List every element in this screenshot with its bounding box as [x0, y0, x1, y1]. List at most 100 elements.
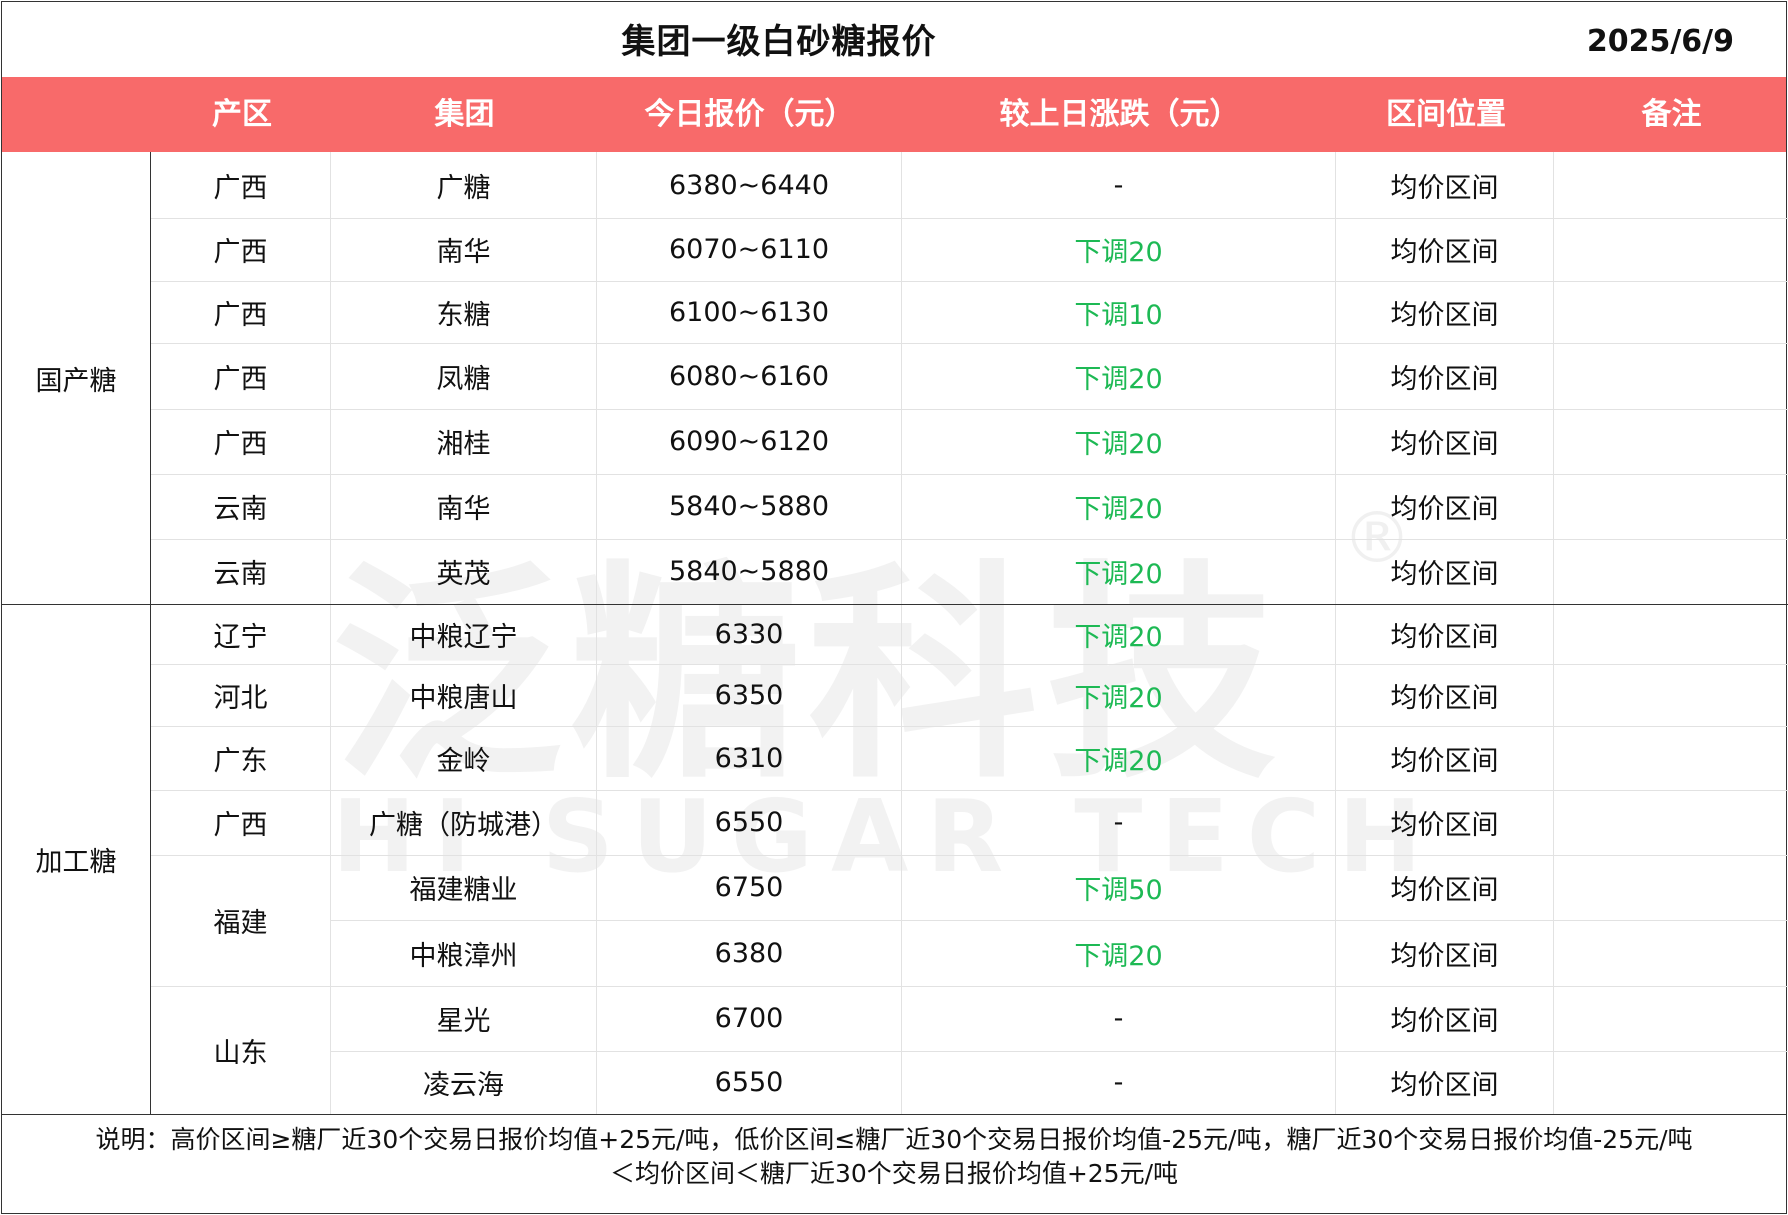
divider — [331, 920, 1788, 921]
header-position: 区间位置 — [1386, 97, 1506, 132]
footnote: 说明：高价区间≥糖厂近30个交易日报价均值+25元/吨，低价区间≤糖厂近30个交… — [2, 1114, 1786, 1215]
note-cell — [1554, 726, 1788, 790]
group-cell: 南华 — [436, 237, 491, 268]
change-cell: 下调20 — [1074, 363, 1163, 395]
group-cell: 中粮辽宁 — [409, 621, 518, 653]
position-cell: 均价区间 — [1390, 237, 1499, 268]
divider — [151, 790, 1788, 791]
note-cell — [1554, 1051, 1788, 1114]
section-divider — [2, 604, 1788, 605]
region-cell: 广西 — [213, 172, 268, 204]
price-cell: 6070~6110 — [668, 234, 830, 265]
price-cell: 6090~6120 — [668, 426, 830, 457]
region-cell: 广西 — [213, 810, 268, 841]
price-cell: 6550 — [714, 1067, 784, 1098]
divider — [151, 539, 1788, 540]
price-cell: 6330 — [714, 618, 784, 650]
position-cell: 均价区间 — [1390, 810, 1499, 841]
price-cell: 6550 — [714, 807, 784, 838]
note-cell — [1554, 920, 1788, 986]
group-cell: 中粮漳州 — [409, 940, 518, 972]
position-cell: 均价区间 — [1390, 172, 1499, 204]
header-change: 较上日涨跌（元） — [999, 97, 1240, 132]
divider — [331, 1051, 1788, 1052]
divider — [151, 855, 1788, 856]
region-cell: 广东 — [213, 745, 268, 777]
table-body: 泛糖科技 HI SUGAR TECH ® 国产糖 加工糖 广西 广西 广西 广西… — [2, 152, 1788, 1114]
position-cell: 均价区间 — [1390, 494, 1499, 525]
group-cell: 英茂 — [436, 559, 491, 590]
price-cell: 5840~5880 — [668, 556, 830, 587]
group-cell: 广糖 — [436, 172, 491, 204]
change-cell: 下调10 — [1074, 299, 1163, 331]
change-cell: 下调20 — [1074, 940, 1163, 972]
group-cell: 凤糖 — [436, 363, 491, 395]
change-cell: - — [1113, 807, 1124, 838]
region-cell: 河北 — [213, 682, 268, 714]
change-cell: 下调20 — [1074, 429, 1163, 460]
header-note: 备注 — [1641, 97, 1702, 132]
group-cell: 湘桂 — [436, 429, 491, 460]
note-cell — [1554, 790, 1788, 855]
group-cell: 中粮唐山 — [409, 682, 518, 714]
divider — [151, 409, 1788, 410]
price-cell: 6100~6130 — [668, 296, 830, 328]
position-cell: 均价区间 — [1390, 682, 1499, 714]
region-cell: 广西 — [213, 429, 268, 460]
divider — [151, 218, 1788, 219]
divider — [151, 474, 1788, 475]
divider — [151, 664, 1788, 665]
header-price: 今日报价（元） — [644, 97, 855, 132]
price-cell: 6310 — [714, 742, 784, 774]
page-title: 集团一级白砂糖报价 — [621, 22, 937, 62]
note-cell — [1554, 664, 1788, 726]
change-cell: - — [1113, 1067, 1124, 1098]
footnote-line-2: ＜均价区间＜糖厂近30个交易日报价均值+25元/吨 — [610, 1159, 1178, 1188]
price-cell: 6700 — [714, 1003, 784, 1034]
title-bar: 集团一级白砂糖报价 2025/6/9 — [2, 2, 1786, 77]
change-cell: - — [1113, 1003, 1124, 1034]
position-cell: 均价区间 — [1390, 429, 1499, 460]
category-domestic-sugar: 国产糖 — [35, 365, 117, 397]
note-cell — [1554, 218, 1788, 281]
region-cell: 山东 — [213, 1037, 268, 1069]
position-cell: 均价区间 — [1390, 940, 1499, 972]
note-cell — [1554, 604, 1788, 664]
region-cell: 云南 — [213, 559, 268, 590]
note-cell — [1554, 855, 1788, 920]
table-header: 产区 集团 今日报价（元） 较上日涨跌（元） 区间位置 备注 — [2, 77, 1786, 152]
region-cell: 辽宁 — [213, 621, 268, 653]
price-cell: 5840~5880 — [668, 491, 830, 522]
note-cell — [1554, 474, 1788, 539]
change-cell: 下调20 — [1074, 559, 1163, 590]
note-cell — [1554, 986, 1788, 1051]
divider — [151, 343, 1788, 344]
position-cell: 均价区间 — [1390, 621, 1499, 653]
group-cell: 福建糖业 — [409, 875, 518, 906]
note-cell — [1554, 343, 1788, 409]
divider — [151, 986, 1788, 987]
change-cell: 下调20 — [1074, 682, 1163, 714]
price-cell: 6080~6160 — [668, 360, 830, 392]
note-cell — [1554, 539, 1788, 604]
region-cell: 广西 — [213, 363, 268, 395]
group-cell: 凌云海 — [423, 1070, 504, 1101]
position-cell: 均价区间 — [1390, 299, 1499, 331]
position-cell: 均价区间 — [1390, 1070, 1499, 1101]
group-cell: 金岭 — [436, 745, 491, 777]
divider — [151, 281, 1788, 282]
price-cell: 6750 — [714, 872, 784, 903]
group-cell: 星光 — [436, 1006, 491, 1037]
divider — [151, 726, 1788, 727]
header-group: 集团 — [434, 97, 495, 132]
price-cell: 6380 — [714, 937, 784, 969]
position-cell: 均价区间 — [1390, 875, 1499, 906]
note-cell — [1554, 281, 1788, 343]
category-processed-sugar: 加工糖 — [35, 846, 117, 878]
region-cell: 广西 — [213, 237, 268, 268]
position-cell: 均价区间 — [1390, 745, 1499, 777]
position-cell: 均价区间 — [1390, 363, 1499, 395]
change-cell: 下调20 — [1074, 621, 1163, 653]
group-cell: 南华 — [436, 494, 491, 525]
price-table-frame: 集团一级白砂糖报价 2025/6/9 产区 集团 今日报价（元） 较上日涨跌（元… — [1, 1, 1788, 1215]
